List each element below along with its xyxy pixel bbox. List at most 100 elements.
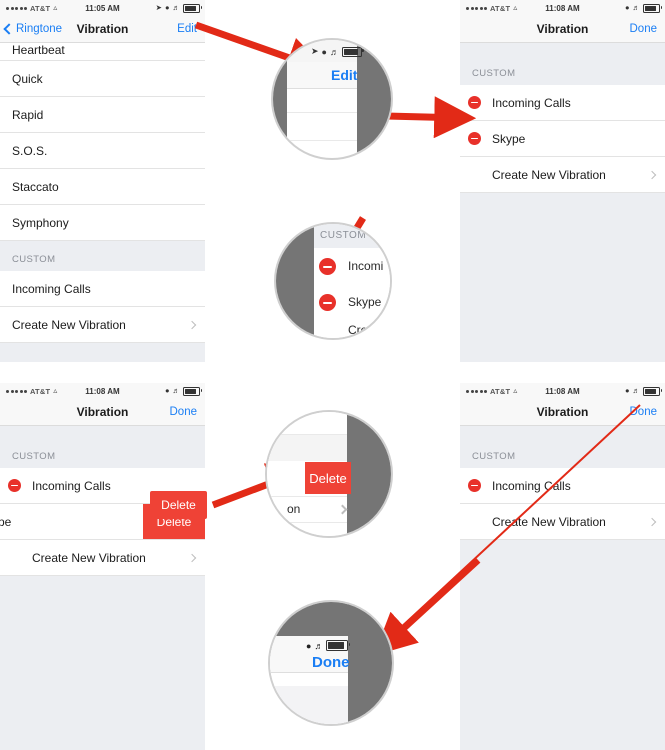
divider	[287, 112, 357, 113]
magnifier-delete: Delete on	[265, 410, 393, 538]
done-button[interactable]: Done	[630, 23, 658, 35]
row-label: Incoming Calls	[32, 478, 111, 493]
magnifier-list-bg	[270, 686, 348, 724]
magnifier-section-label: CUSTOM	[320, 230, 367, 241]
bluetooth-icon: ♬	[314, 640, 324, 651]
magnifier-right-shade	[348, 602, 392, 724]
list-item-incoming-calls[interactable]: Incoming Calls	[0, 271, 205, 307]
delete-minus-icon[interactable]	[468, 96, 481, 109]
bluetooth-icon: ♬	[329, 46, 339, 57]
nav-bar-bottom-right: Vibration Done	[460, 399, 665, 426]
status-right-group: ● ♬	[165, 386, 202, 396]
magnifier-content: ● ♬ Done	[270, 602, 392, 724]
top-gap	[460, 43, 665, 55]
alarm-clock-icon: ●	[306, 640, 312, 651]
delete-button[interactable]: Delete	[305, 462, 351, 494]
list-bottom-filler	[460, 540, 665, 750]
location-arrow-icon: ➤	[155, 3, 162, 13]
magnifier-row-incoming: Incomi	[348, 259, 384, 273]
status-right-group: ● ♬	[624, 386, 662, 396]
done-button[interactable]: Done	[170, 406, 198, 418]
list-bottom-filler	[460, 193, 665, 362]
list-item-skype[interactable]: Skype	[460, 121, 665, 157]
row-label: Incoming Calls	[492, 95, 571, 110]
row-label: Incoming Calls	[492, 478, 571, 493]
list-item[interactable]: Symphony	[0, 205, 205, 241]
battery-icon	[326, 640, 351, 651]
panel-bottom-right: AT&T ▵ 11:08 AM ● ♬ Vibration Done CUSTO…	[460, 383, 665, 750]
delete-minus-icon[interactable]	[468, 479, 481, 492]
list-item[interactable]: Rapid	[0, 97, 205, 133]
battery-icon	[341, 46, 364, 57]
status-right-group: ➤ ● ♬	[155, 3, 202, 13]
magnifier-right-shade	[347, 412, 391, 536]
tutorial-collage: AT&T ▵ 11:05 AM ➤ ● ♬ Ringtone Vibration…	[0, 0, 665, 750]
battery-icon	[643, 3, 662, 13]
status-bar-top-right: AT&T ▵ 11:08 AM ● ♬	[460, 0, 665, 16]
magnifier-done-label[interactable]: Done	[312, 654, 350, 671]
section-header-custom: CUSTOM	[460, 438, 665, 468]
status-bar-bottom-left: AT&T ▵ 11:08 AM ● ♬	[0, 383, 205, 399]
panel-bottom-left: AT&T ▵ 11:08 AM ● ♬ Vibration Done CUSTO…	[0, 383, 205, 750]
list-item[interactable]: Heartbeat	[0, 43, 205, 61]
alarm-clock-icon: ●	[624, 386, 630, 396]
list-item-create-new-vibration[interactable]: Create New Vibration	[460, 504, 665, 540]
magnifier-done: ● ♬ Done	[268, 600, 394, 726]
row-label: pe	[0, 514, 12, 529]
list-item-incoming-calls[interactable]: Incoming Calls	[460, 468, 665, 504]
divider	[287, 140, 357, 141]
list-item[interactable]: Quick	[0, 61, 205, 97]
magnifier-left-shade	[273, 40, 287, 158]
row-label: Skype	[492, 131, 526, 146]
row-label: Staccato	[12, 179, 59, 194]
magnifier-edit: ➤ ● ♬ Edit	[271, 38, 393, 160]
list-item-create-new-vibration[interactable]: Create New Vibration	[460, 157, 665, 193]
status-right-group: ● ♬	[624, 3, 662, 13]
battery-icon	[183, 386, 202, 396]
edit-button[interactable]: Edit	[177, 23, 197, 35]
list-item-create-new-vibration[interactable]: Create New Vibration	[0, 540, 205, 576]
battery-icon	[643, 386, 662, 396]
nav-bar-bottom-left: Vibration Done	[0, 399, 205, 426]
magnifier-edit-label[interactable]: Edit	[331, 67, 357, 83]
magnifier-content: CUSTOM Incomi Skype Create	[276, 224, 390, 338]
section-header-custom: CUSTOM	[0, 241, 205, 271]
status-bar-top-left: AT&T ▵ 11:05 AM ➤ ● ♬	[0, 0, 205, 16]
list-item-create-new-vibration[interactable]: Create New Vibration	[0, 307, 205, 343]
delete-minus-icon[interactable]	[8, 479, 21, 492]
delete-minus-icon[interactable]	[319, 258, 336, 275]
nav-bar-top-left: Ringtone Vibration Edit	[0, 16, 205, 43]
callout-delete-button[interactable]: Delete	[150, 491, 207, 519]
magnifier-content: ➤ ● ♬ Edit	[273, 40, 391, 158]
delete-minus-icon[interactable]	[468, 132, 481, 145]
vibration-list-top-left: Heartbeat Quick Rapid S.O.S. Staccato Sy…	[0, 43, 205, 362]
magnifier-status-icons: ➤ ● ♬	[311, 46, 364, 57]
alarm-clock-icon: ●	[624, 3, 630, 13]
chevron-right-icon	[187, 553, 197, 562]
row-label: Create New Vibration	[492, 514, 606, 529]
list-item-incoming-calls[interactable]: Incoming Calls	[460, 85, 665, 121]
magnifier-row-bg	[267, 435, 347, 461]
alarm-clock-icon: ●	[321, 46, 327, 57]
chevron-right-icon	[647, 170, 657, 179]
vibration-list-top-right: CUSTOM Incoming Calls Skype Create New V…	[460, 43, 665, 362]
bluetooth-icon: ♬	[632, 3, 641, 13]
section-header-custom: CUSTOM	[0, 438, 205, 468]
magnifier-row-create: Create	[348, 323, 385, 337]
row-label: Symphony	[12, 215, 69, 230]
chevron-right-icon	[647, 517, 657, 526]
done-button[interactable]: Done	[630, 406, 658, 418]
divider	[267, 522, 347, 523]
delete-minus-icon[interactable]	[319, 294, 336, 311]
vibration-list-bottom-left: CUSTOM Incoming Calls pe Delete Create N…	[0, 426, 205, 750]
row-label: S.O.S.	[12, 143, 48, 158]
magnifier-skype: CUSTOM Incomi Skype Create	[274, 222, 392, 340]
divider	[267, 496, 347, 497]
list-bottom-filler	[0, 576, 205, 750]
list-item[interactable]: S.O.S.	[0, 133, 205, 169]
panel-top-right: AT&T ▵ 11:08 AM ● ♬ Vibration Done CUSTO…	[460, 0, 665, 362]
list-item[interactable]: Staccato	[0, 169, 205, 205]
magnifier-row-skype: Skype	[348, 295, 382, 309]
row-label: Create New Vibration	[492, 167, 606, 182]
top-gap	[0, 426, 205, 438]
